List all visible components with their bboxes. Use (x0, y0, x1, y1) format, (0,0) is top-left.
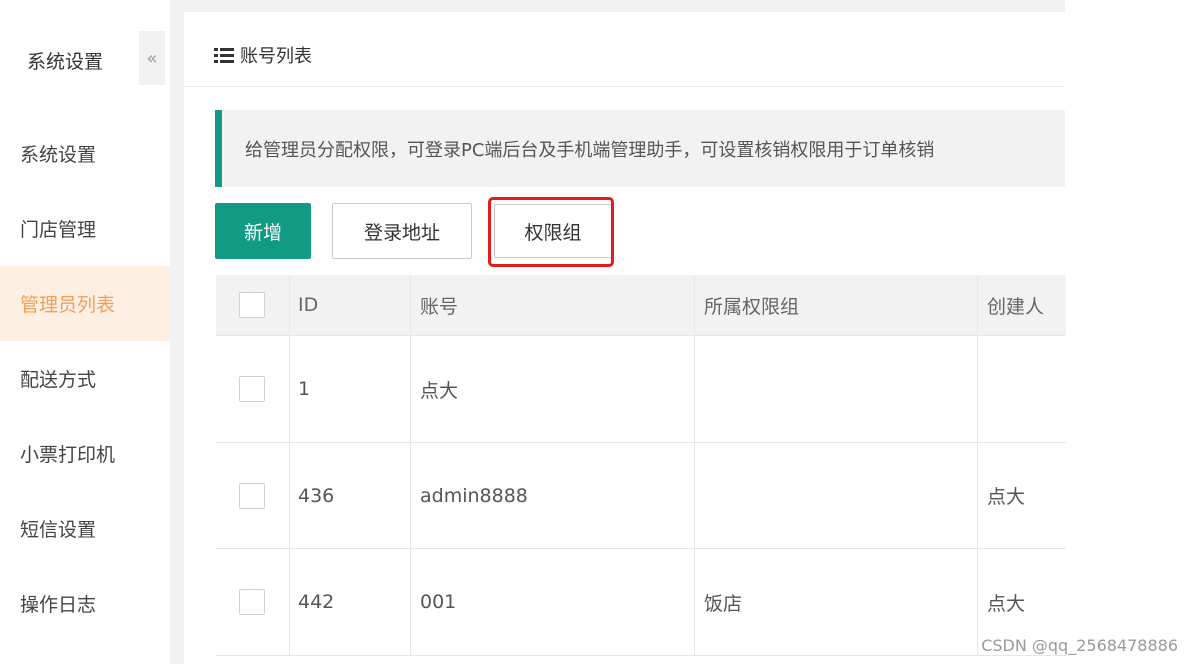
header-checkbox-cell (216, 275, 290, 335)
sidebar: 系统设置 « 系统设置 门店管理 管理员列表 配送方式 小票打印机 短信设置 操… (0, 0, 170, 664)
cell-id: 436 (290, 443, 411, 548)
sidebar-item-sms-settings[interactable]: 短信设置 (0, 491, 170, 566)
panel-title: 账号列表 (214, 42, 312, 68)
notice-banner: 给管理员分配权限，可登录PC端后台及手机端管理助手，可设置核销权限用于订单核销 (215, 110, 1065, 187)
cell-group (695, 443, 978, 548)
table-row: 442 001 饭店 点大 (216, 549, 1066, 656)
divider (184, 86, 1065, 87)
cell-id: 442 (290, 549, 411, 655)
watermark: CSDN @qq_2568478886 (981, 636, 1178, 655)
row-checkbox[interactable] (239, 482, 265, 509)
header-id[interactable]: ID (290, 275, 411, 335)
add-button[interactable]: 新增 (215, 203, 311, 259)
table-header-row: ID 账号 所属权限组 创建人 (216, 275, 1066, 336)
cell-creator (978, 336, 1078, 442)
layout-top-strip (170, 0, 1065, 12)
table-row: 1 点大 (216, 336, 1066, 443)
sidebar-item-admin-list[interactable]: 管理员列表 (0, 266, 170, 341)
select-all-checkbox[interactable] (239, 292, 265, 318)
row-checkbox-cell (216, 336, 290, 442)
cell-group: 饭店 (695, 549, 978, 655)
cell-id: 1 (290, 336, 411, 442)
cell-account: admin8888 (411, 443, 695, 548)
sidebar-header: 系统设置 « (0, 27, 170, 85)
login-address-button[interactable]: 登录地址 (332, 203, 472, 259)
table-row: 436 admin8888 点大 (216, 443, 1066, 549)
sidebar-item-operation-log[interactable]: 操作日志 (0, 566, 170, 641)
row-checkbox[interactable] (239, 589, 265, 615)
list-icon (214, 47, 234, 63)
layout-gutter (170, 0, 184, 664)
cell-creator: 点大 (987, 486, 1026, 508)
cell-group (695, 336, 978, 442)
sidebar-title: 系统设置 (27, 51, 104, 73)
panel-title-text: 账号列表 (240, 46, 312, 67)
sidebar-item-receipt-printer[interactable]: 小票打印机 (0, 416, 170, 491)
sidebar-item-system-settings[interactable]: 系统设置 (0, 116, 170, 191)
main-panel: 账号列表 给管理员分配权限，可登录PC端后台及手机端管理助手，可设置核销权限用于… (184, 12, 1066, 664)
row-checkbox[interactable] (239, 376, 265, 402)
sidebar-item-store-management[interactable]: 门店管理 (0, 191, 170, 266)
header-account[interactable]: 账号 (411, 275, 695, 335)
collapse-sidebar-icon[interactable]: « (139, 31, 165, 85)
cell-account: 001 (411, 549, 695, 655)
cell-account: 点大 (411, 336, 695, 442)
header-group[interactable]: 所属权限组 (695, 275, 978, 335)
header-creator[interactable]: 创建人 (978, 275, 1078, 335)
row-checkbox-cell (216, 549, 290, 655)
row-checkbox-cell (216, 443, 290, 548)
permission-group-button[interactable]: 权限组 (494, 204, 612, 258)
sidebar-item-delivery-methods[interactable]: 配送方式 (0, 341, 170, 416)
notice-text: 给管理员分配权限，可登录PC端后台及手机端管理助手，可设置核销权限用于订单核销 (245, 139, 935, 161)
